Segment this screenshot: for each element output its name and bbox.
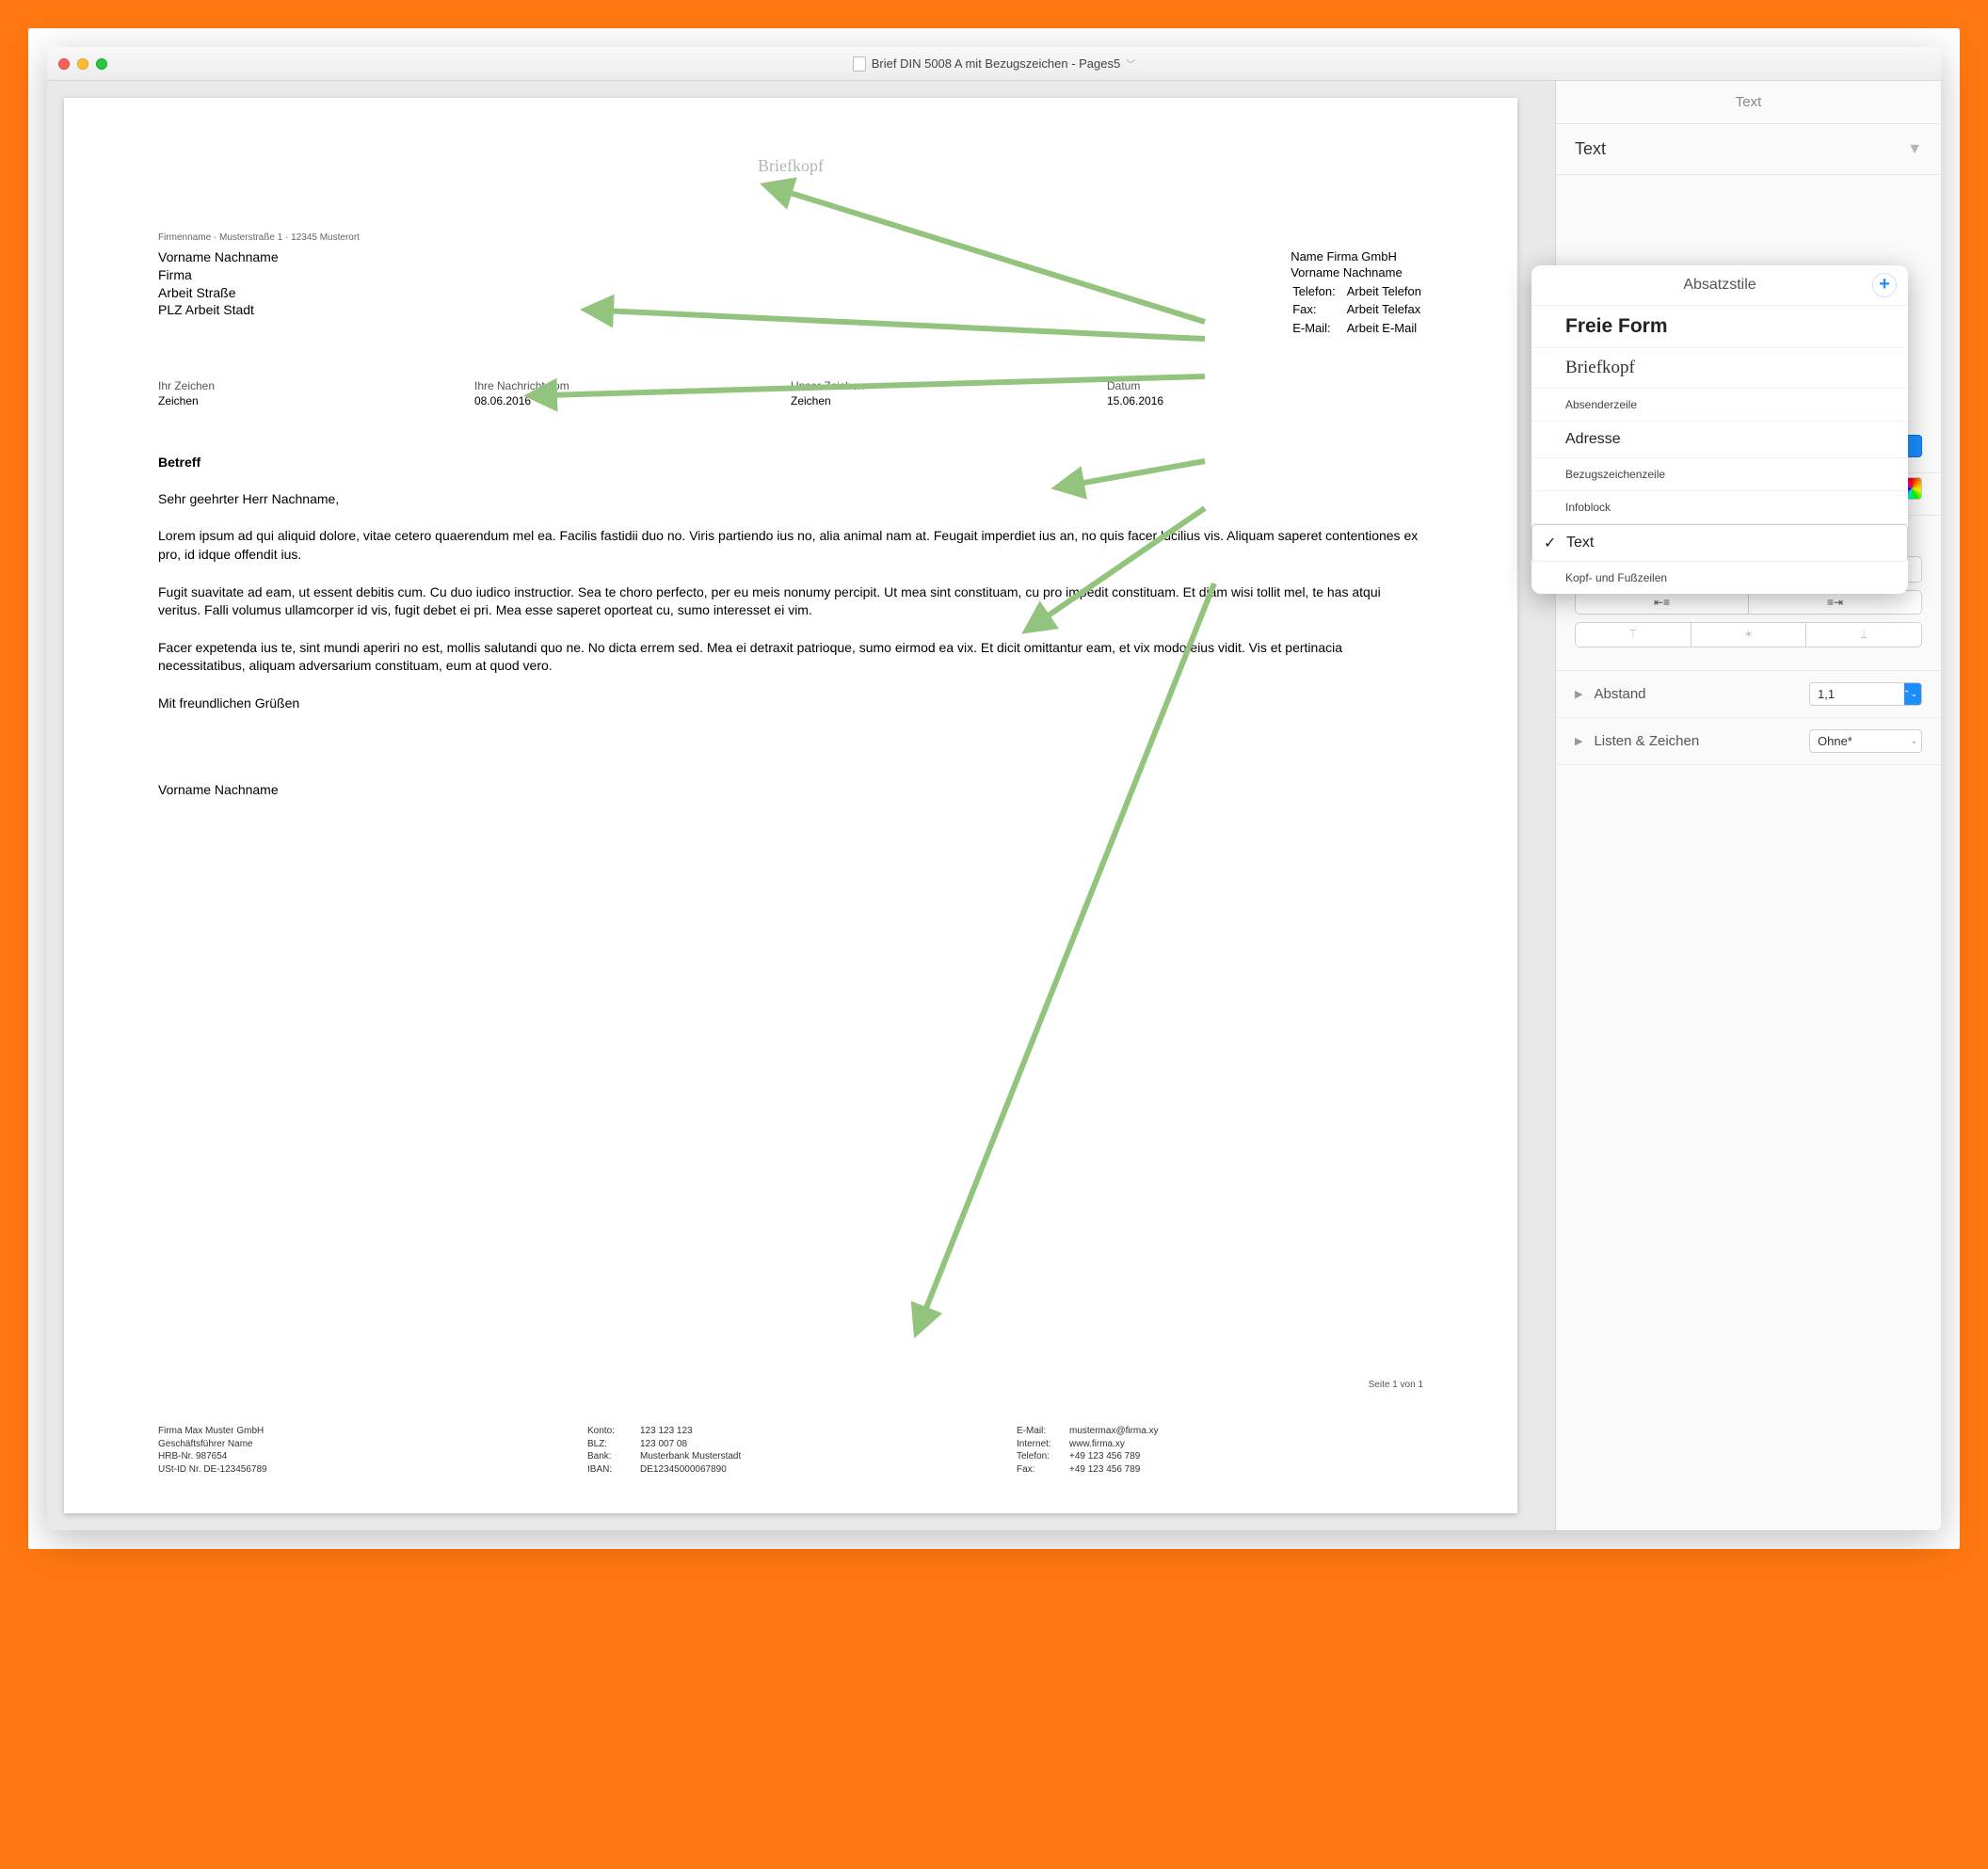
info-block[interactable]: Name Firma GmbH Vorname Nachname Telefon… [1291, 248, 1423, 339]
lists-row[interactable]: ▶ Listen & Zeichen Ohne* ⌄ [1556, 718, 1941, 765]
window-title-text: Brief DIN 5008 A mit Bezugszeichen - Pag… [872, 56, 1120, 71]
body-paragraph[interactable]: Lorem ipsum ad qui aliquid dolore, vitae… [158, 527, 1423, 564]
style-option[interactable]: Adresse [1531, 422, 1908, 458]
window-title[interactable]: Brief DIN 5008 A mit Bezugszeichen - Pag… [47, 56, 1941, 72]
spacing-row[interactable]: ▶ Abstand 1,1 ⌃⌄ [1556, 671, 1941, 718]
close-icon[interactable] [58, 58, 70, 70]
app-window: Brief DIN 5008 A mit Bezugszeichen - Pag… [47, 47, 1941, 1530]
signature[interactable]: Vorname Nachname [158, 781, 1423, 799]
recipient-address[interactable]: Vorname Nachname Firma Arbeit Straße PLZ… [158, 248, 1291, 339]
valign-bottom-button[interactable]: ⟘ [1806, 623, 1921, 647]
style-option[interactable]: Infoblock [1531, 491, 1908, 524]
style-option[interactable]: Bezugszeichenzeile [1531, 458, 1908, 491]
closing[interactable]: Mit freundlichen Grüßen [158, 695, 1423, 713]
subject[interactable]: Betreff [158, 454, 1423, 471]
minimize-icon[interactable] [77, 58, 88, 70]
style-option[interactable]: Kopf- und Fußzeilen [1531, 562, 1908, 594]
popover-title: Absatzstile [1683, 277, 1756, 293]
zoom-icon[interactable] [96, 58, 107, 70]
spacing-select[interactable]: 1,1 ⌃⌄ [1809, 682, 1922, 706]
chevron-down-icon: ﹀ [1126, 56, 1135, 71]
lists-select[interactable]: Ohne* ⌄ [1809, 729, 1922, 753]
body-paragraph[interactable]: Fugit suavitate ad eam, ut essent debiti… [158, 583, 1423, 620]
body-paragraph[interactable]: Facer expetenda ius te, sint mundi aperi… [158, 639, 1423, 676]
chevron-down-icon: ▼ [1907, 141, 1922, 158]
page-number: Seite 1 von 1 [1369, 1379, 1423, 1392]
paragraph-styles-popover: Absatzstile + Freie FormBriefkopfAbsende… [1531, 265, 1908, 594]
style-option[interactable]: Text [1531, 524, 1908, 562]
disclosure-triangle-icon: ▶ [1575, 688, 1582, 700]
style-option[interactable]: Freie Form [1531, 306, 1908, 348]
reference-line[interactable]: Ihr ZeichenZeichenIhre Nachricht vom08.0… [158, 378, 1423, 408]
indent-button[interactable]: ≡⇥ [1749, 591, 1921, 614]
sender-line[interactable]: Firmenname · Musterstraße 1 · 12345 Must… [158, 232, 1423, 245]
titlebar: Brief DIN 5008 A mit Bezugszeichen - Pag… [47, 47, 1941, 81]
style-selector[interactable]: Text ▼ [1556, 124, 1941, 175]
valign-top-button[interactable]: ⟙ [1576, 623, 1691, 647]
letterhead[interactable]: Briefkopf [158, 154, 1423, 177]
salutation[interactable]: Sehr geehrter Herr Nachname, [158, 490, 1423, 509]
footer[interactable]: Firma Max Muster GmbHGeschäftsführer Nam… [158, 1425, 1423, 1476]
document-page: Briefkopf Firmenname · Musterstraße 1 · … [64, 98, 1517, 1513]
add-style-button[interactable]: + [1872, 273, 1897, 297]
disclosure-triangle-icon: ▶ [1575, 735, 1582, 747]
inspector-tab-text[interactable]: Text [1556, 81, 1941, 124]
vertical-alignment: ⟙ ✶ ⟘ [1575, 622, 1922, 647]
style-option[interactable]: Briefkopf [1531, 348, 1908, 389]
document-icon [853, 56, 866, 72]
valign-middle-button[interactable]: ✶ [1691, 623, 1807, 647]
outdent-button[interactable]: ⇤≡ [1576, 591, 1749, 614]
document-canvas[interactable]: Briefkopf Firmenname · Musterstraße 1 · … [47, 81, 1555, 1530]
style-option[interactable]: Absenderzeile [1531, 389, 1908, 422]
